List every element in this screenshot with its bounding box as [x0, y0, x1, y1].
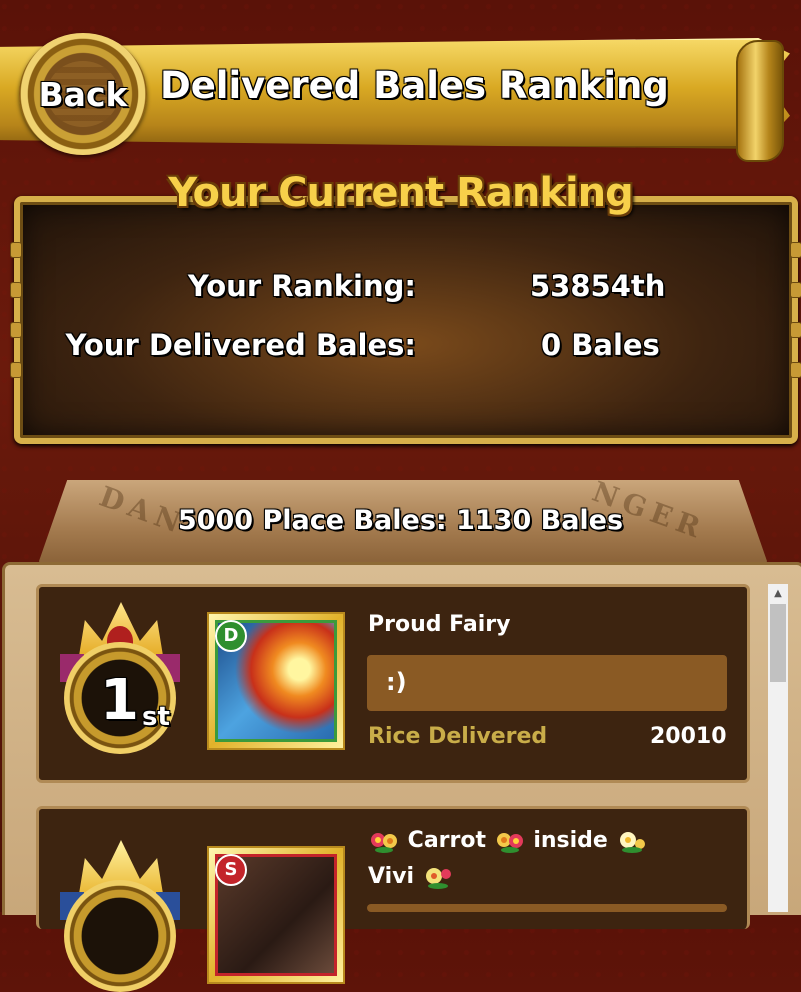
flower-icon: [371, 833, 397, 853]
card-class-badge: D: [215, 620, 247, 652]
player-name: Carrot inside: [368, 828, 648, 854]
comment-box: [367, 655, 727, 711]
panel-rivet: [10, 242, 22, 258]
scroll-up-icon[interactable]: ▲: [768, 584, 788, 604]
player-name-line2: Vivi: [368, 864, 454, 890]
panel-rivet: [790, 362, 801, 378]
threshold-text: 5000 Place Bales: 1130 Bales: [177, 505, 624, 536]
delivered-bales-label: Your Delivered Bales:: [65, 328, 416, 362]
panel-rivet: [10, 322, 22, 338]
back-button[interactable]: Back: [19, 33, 147, 155]
rice-delivered-label: Rice Delivered: [368, 724, 548, 749]
delivered-bales-value: 0 Bales: [541, 328, 660, 362]
medal-ring: [64, 880, 176, 992]
comment-text: :): [386, 668, 407, 696]
flower-icon: [425, 868, 451, 889]
flower-icon: [619, 832, 645, 853]
panel-rivet: [10, 362, 22, 378]
back-button-label: Back: [38, 74, 128, 114]
rice-delivered-value: 20010: [650, 724, 727, 749]
player-name-part: Carrot: [407, 828, 486, 853]
rank-suffix: st: [142, 702, 170, 732]
panel-rivet: [790, 322, 801, 338]
rank-medal: [60, 840, 180, 992]
flower-icon: [496, 833, 523, 853]
character-card[interactable]: S: [207, 846, 345, 984]
list-scrollbar[interactable]: ▲: [768, 584, 788, 912]
banner-scroll-end: [736, 40, 784, 162]
rank-medal: 1 st: [60, 602, 180, 754]
current-ranking-panel: [10, 196, 801, 444]
your-ranking-value: 53854th: [530, 269, 666, 303]
player-name-part: inside: [533, 828, 608, 853]
panel-rivet: [790, 242, 801, 258]
rank-number: 1: [100, 668, 139, 733]
player-name-part: Vivi: [368, 864, 415, 889]
character-card[interactable]: D: [207, 612, 345, 750]
panel-rivet: [790, 282, 801, 298]
current-ranking-heading: Your Current Ranking: [168, 170, 634, 216]
player-name: Proud Fairy: [368, 612, 511, 637]
card-class-badge: S: [215, 854, 247, 886]
panel-rivet: [10, 282, 22, 298]
page-title: Delivered Bales Ranking: [160, 64, 669, 107]
your-ranking-label: Your Ranking:: [187, 269, 416, 303]
comment-box: [367, 904, 727, 912]
scroll-thumb[interactable]: [770, 604, 786, 682]
